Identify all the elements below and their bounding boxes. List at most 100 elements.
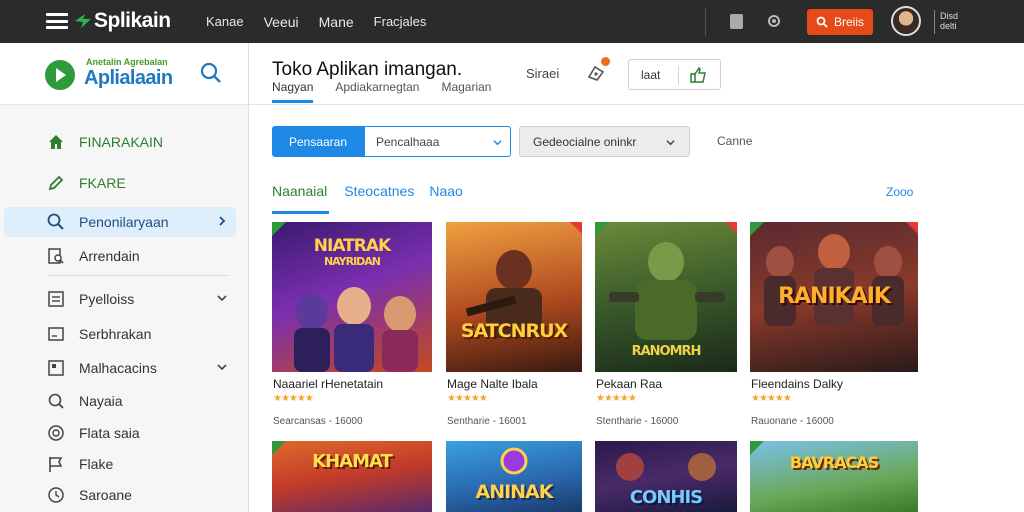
home-icon — [49, 135, 63, 149]
app-name[interactable]: Pekaan Raa — [596, 377, 662, 391]
menu-icon[interactable] — [46, 13, 68, 29]
chevron-down-icon — [493, 140, 502, 146]
top-nav-item[interactable]: Kanae — [206, 14, 244, 30]
app-thumbnail[interactable]: CONHIS — [595, 441, 737, 512]
search-select[interactable]: Pencalhaaa — [364, 126, 511, 157]
sidebar-item-home[interactable]: FINARAKAIN — [0, 127, 248, 157]
account-mini[interactable]: Disd delti — [940, 11, 958, 31]
notification-icon[interactable] — [586, 63, 606, 83]
top-nav-item[interactable]: Mane — [319, 14, 354, 30]
sub-tabs: Nagyan Apdiakarnegtan Magarian — [272, 80, 491, 103]
header-label[interactable]: Siraei — [526, 66, 559, 81]
sidebar-item-browse[interactable]: Arrendain — [0, 241, 248, 271]
pencil-icon — [48, 175, 64, 191]
divider — [705, 8, 706, 36]
search-icon — [816, 16, 828, 28]
filter-link[interactable]: Canne — [717, 134, 752, 148]
tab-category[interactable]: Naanaial — [272, 183, 330, 214]
account-mini-line: Disd — [940, 11, 959, 21]
search-icon — [48, 393, 64, 409]
app-name[interactable]: Naaariel rHenetatain — [273, 377, 383, 391]
search-doc-icon — [48, 248, 64, 264]
see-more-link[interactable]: Zooo — [886, 185, 913, 199]
top-search-button[interactable]: Breiis — [807, 9, 873, 35]
sidebar-item-label: FKARE — [79, 175, 126, 191]
app-meta: Searcansas - 16000 — [273, 416, 363, 427]
divider — [48, 275, 228, 276]
tab-subtab[interactable]: Magarian — [441, 80, 491, 103]
header-box-label: laat — [641, 68, 661, 82]
category-select[interactable]: Gedeocialne oninkr — [519, 126, 690, 157]
app-art-emblem — [500, 447, 528, 475]
notification-badge — [601, 57, 610, 66]
corner-ribbon — [570, 222, 582, 234]
app-art-title: KHAMAT — [312, 451, 393, 472]
sidebar-brand-name[interactable]: Aplialaain — [84, 67, 173, 90]
app-art-title: RANOMRH — [631, 344, 702, 359]
sidebar-item-label: Nayaia — [79, 393, 123, 409]
app-art-subtitle: NAYRIDAN — [323, 255, 381, 268]
top-nav: Kanae Veeui Mane Fracjales — [206, 14, 426, 30]
tab-subtab[interactable]: Apdiakarnegtan — [335, 80, 419, 103]
top-button-label: Breiis — [833, 15, 864, 29]
app-thumbnail[interactable]: ANINAK — [446, 441, 582, 512]
category-tabs: Naanaial Steocatnes Naao — [272, 183, 463, 214]
sidebar-item-label: FINARAKAIN — [79, 134, 164, 150]
rating-stars: ★★★★★ — [447, 393, 488, 404]
flag-icon — [49, 457, 63, 472]
app-thumbnail[interactable]: SATCNRUX — [446, 222, 582, 372]
app-meta: Sentharie - 16001 — [447, 416, 527, 427]
app-meta: Rauonane - 16000 — [751, 416, 834, 427]
sidebar-item-history[interactable]: Saroane — [0, 480, 248, 510]
tag-icon — [48, 360, 64, 376]
corner-ribbon — [272, 222, 286, 236]
sidebar-item-find[interactable]: Nayaia — [0, 386, 248, 416]
box-icon — [48, 327, 64, 341]
avatar[interactable] — [891, 6, 921, 36]
app-meta: Stentharie - 16000 — [596, 416, 679, 427]
list-icon — [48, 291, 64, 307]
divider — [678, 66, 679, 85]
app-thumbnail[interactable]: RANOMRH — [595, 222, 737, 372]
help-icon — [48, 425, 64, 441]
sidebar-item-tags[interactable]: Malhacacins — [0, 353, 248, 383]
category-select-value: Gedeocialne oninkr — [533, 135, 637, 149]
corner-ribbon — [906, 222, 918, 234]
brand-arrow-icon — [75, 14, 91, 28]
sidebar-item-search[interactable]: Penonilaryaan — [4, 207, 236, 237]
sidebar-item-lists[interactable]: Pyelloiss — [0, 284, 248, 314]
sidebar-item-services[interactable]: Serbhrakan — [0, 319, 248, 349]
settings-icon[interactable] — [766, 13, 782, 29]
top-nav-item[interactable]: Veeui — [264, 14, 299, 30]
tab-subtab[interactable]: Nagyan — [272, 80, 314, 103]
sidebar-item-help[interactable]: Flata saia — [0, 418, 248, 448]
app-art-title: RANIKAIK — [778, 284, 891, 309]
app-thumbnail[interactable]: BAVRACAS — [750, 441, 918, 512]
rating-stars: ★★★★★ — [596, 393, 637, 404]
app-art-title: BAVRACAS — [789, 453, 879, 472]
app-name[interactable]: Mage Nalte Ibala — [447, 377, 538, 391]
tab-category[interactable]: Steocatnes — [344, 183, 414, 214]
corner-ribbon — [725, 222, 737, 234]
sidebar-brand: Anetalin Agrebalan Aplialaain — [0, 43, 248, 105]
rating-stars: ★★★★★ — [751, 393, 792, 404]
sidebar-item-flag[interactable]: Flake — [0, 449, 248, 479]
app-thumbnail[interactable]: NIATRAK NAYRIDAN — [272, 222, 432, 372]
brand-logo[interactable]: Splikain — [74, 9, 171, 33]
app-thumbnail[interactable]: KHAMAT — [272, 441, 432, 512]
page-title: Toko Aplikan imangan. — [272, 59, 463, 80]
app-name[interactable]: Fleendains Dalky — [751, 377, 843, 391]
top-nav-item[interactable]: Fracjales — [374, 14, 427, 30]
bookmark-icon[interactable] — [730, 14, 743, 29]
search-button[interactable]: Pensaaran — [272, 126, 364, 157]
play-logo-icon[interactable] — [45, 60, 75, 90]
search-icon[interactable] — [200, 62, 222, 84]
sidebar-item-label: Serbhrakan — [79, 326, 152, 342]
thumbs-up-icon[interactable] — [689, 66, 707, 84]
chevron-right-icon — [219, 216, 226, 226]
rating-stars: ★★★★★ — [273, 393, 314, 404]
tab-category[interactable]: Naao — [429, 183, 462, 214]
sidebar-item-edit[interactable]: FKARE — [0, 168, 248, 198]
app-thumbnail[interactable]: RANIKAIK — [750, 222, 918, 372]
header-action-box[interactable]: laat — [628, 59, 721, 90]
